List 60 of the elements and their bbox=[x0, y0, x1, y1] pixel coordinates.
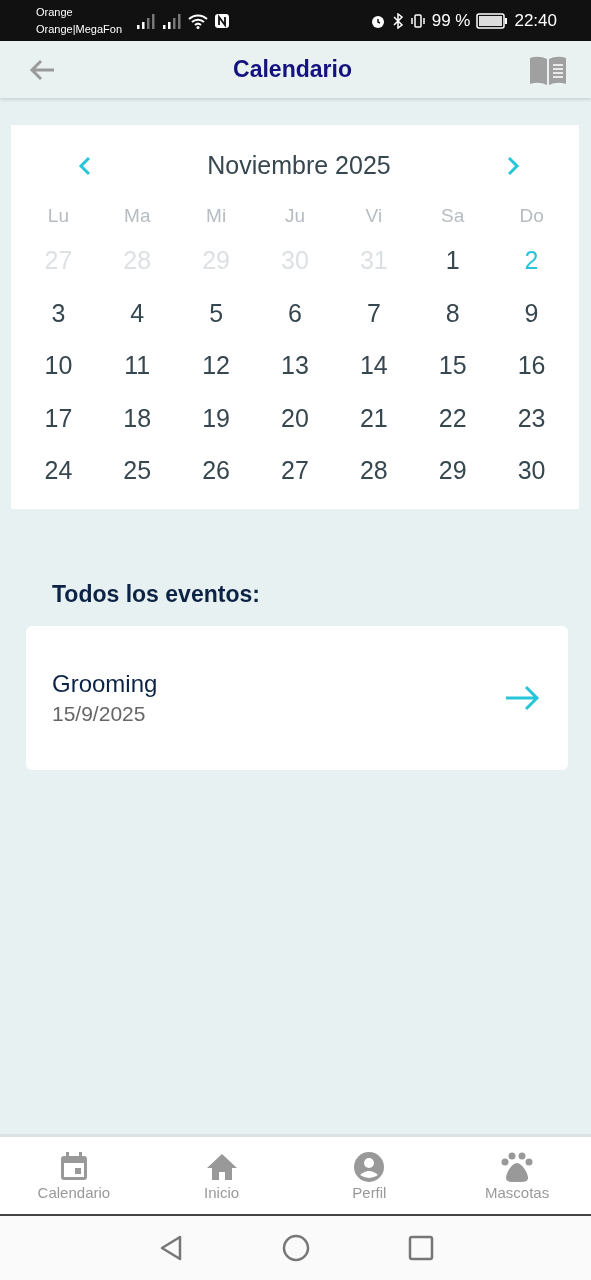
profile-icon bbox=[353, 1150, 386, 1183]
calendar-day[interactable]: 14 bbox=[334, 339, 414, 392]
weekday-label: Vi bbox=[364, 204, 384, 228]
signal-icon bbox=[162, 12, 183, 29]
calendar-day[interactable]: 16 bbox=[492, 339, 571, 392]
calendar-day[interactable]: 3 bbox=[19, 286, 98, 339]
weekday-label: Do bbox=[518, 204, 545, 228]
section-heading: Todos los eventos: bbox=[52, 580, 261, 608]
calendar-day[interactable]: 5 bbox=[176, 286, 256, 339]
event-date: 15/9/2025 bbox=[52, 701, 147, 726]
calendar-day[interactable]: 11 bbox=[97, 339, 177, 392]
calendar-day[interactable]: 6 bbox=[255, 286, 335, 339]
calendar-day[interactable]: 7 bbox=[334, 286, 414, 339]
event-card[interactable]: Grooming 15/9/2025 bbox=[26, 625, 568, 770]
calendar-day[interactable]: 18 bbox=[97, 391, 177, 444]
weekday-label: Sa bbox=[440, 204, 466, 228]
recents-icon[interactable] bbox=[407, 1235, 434, 1261]
battery-icon bbox=[476, 12, 509, 29]
wifi-icon bbox=[188, 12, 209, 29]
month-title: Noviembre 2025 bbox=[207, 151, 391, 180]
arrow-right-icon bbox=[504, 684, 540, 711]
calendar-day[interactable]: 26 bbox=[176, 444, 256, 497]
weekday-label: Lu bbox=[46, 204, 70, 228]
calendar-day[interactable]: 15 bbox=[413, 339, 493, 392]
calendar-day[interactable]: 13 bbox=[255, 339, 335, 392]
paw-icon bbox=[500, 1150, 535, 1183]
calendar-day[interactable]: 8 bbox=[413, 286, 493, 339]
screen-title: Calendario bbox=[233, 56, 352, 83]
calendar-day[interactable]: 9 bbox=[492, 286, 571, 339]
calendar-day[interactable]: 10 bbox=[19, 339, 98, 392]
nfc-icon bbox=[214, 12, 231, 29]
book-icon[interactable] bbox=[529, 54, 567, 85]
calendar-day[interactable]: 12 bbox=[176, 339, 256, 392]
calendar-day[interactable]: 23 bbox=[492, 391, 571, 444]
weekday-label: Ju bbox=[283, 204, 307, 228]
vibrate-icon bbox=[409, 12, 426, 29]
calendar-day[interactable]: 27 bbox=[255, 444, 335, 497]
calendar-day[interactable]: 22 bbox=[413, 391, 493, 444]
calendar-day[interactable]: 21 bbox=[334, 391, 414, 444]
calendar-day[interactable]: 30 bbox=[492, 444, 571, 497]
calendar-day[interactable]: 28 bbox=[334, 444, 414, 497]
calendar-day[interactable]: 29 bbox=[413, 444, 493, 497]
bluetooth-icon bbox=[391, 12, 404, 29]
carrier-name: Orange|MegaFon bbox=[36, 21, 123, 37]
calendar-day[interactable]: 24 bbox=[19, 444, 98, 497]
calendar-day[interactable]: 25 bbox=[97, 444, 177, 497]
calendar-day[interactable]: 4 bbox=[97, 286, 177, 339]
signal-icon bbox=[136, 12, 157, 29]
calendar-day[interactable]: 1 bbox=[413, 234, 493, 287]
clock: 22:40 bbox=[514, 10, 557, 31]
back-arrow-icon[interactable] bbox=[28, 57, 56, 82]
battery-percent: 99 % bbox=[431, 10, 471, 31]
calendar-day[interactable]: 17 bbox=[19, 391, 98, 444]
carrier-name: Orange bbox=[36, 4, 74, 20]
weekday-label: Mi bbox=[205, 204, 228, 228]
event-title: Grooming bbox=[52, 669, 158, 698]
home-button-icon[interactable] bbox=[281, 1234, 310, 1262]
calendar-day[interactable]: 20 bbox=[255, 391, 335, 444]
weekday-label: Ma bbox=[123, 204, 152, 228]
calendar-day[interactable]: 19 bbox=[176, 391, 256, 444]
